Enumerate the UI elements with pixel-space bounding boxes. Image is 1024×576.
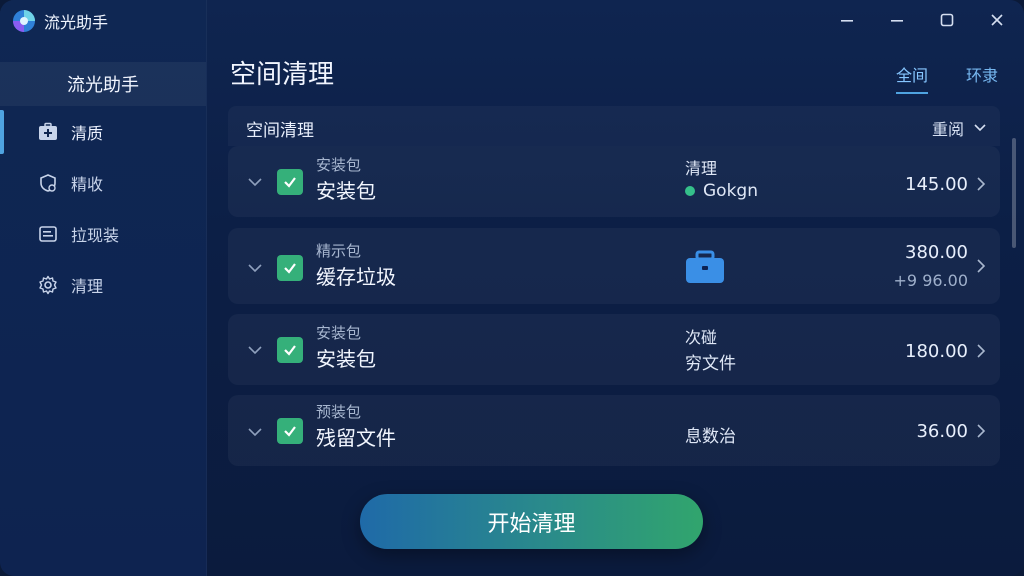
chevron-down-icon[interactable] [246, 423, 264, 441]
item-status: 穷文件 [685, 349, 736, 374]
sidebar-item-label: 清质 [71, 124, 104, 143]
app-header: 流光助手 [12, 8, 108, 34]
maximize-icon [940, 13, 954, 27]
item-status-label: 清理 [685, 159, 718, 178]
chevron-right-icon[interactable] [974, 422, 988, 440]
item-name: 缓存垃圾 [316, 265, 396, 289]
item-status-label: 次碰 [685, 328, 718, 347]
gear-icon [38, 275, 58, 295]
scrollbar[interactable] [1012, 138, 1016, 248]
item-category: 预装包 [316, 403, 362, 421]
briefcase-icon [686, 250, 724, 283]
app-title: 流光助手 [44, 13, 109, 32]
tab-huanli[interactable]: 环隶 [966, 62, 998, 94]
check-icon [284, 177, 296, 188]
item-checkbox[interactable] [277, 418, 303, 444]
sidebar-item-qingzhi[interactable]: 清质 [0, 110, 206, 154]
maximize-button[interactable] [934, 8, 960, 32]
sidebar-item-qingli[interactable]: 清理 [0, 263, 206, 307]
chevron-right-icon[interactable] [974, 257, 988, 275]
chevron-down-icon[interactable] [246, 259, 264, 277]
item-status: 息数治 [685, 422, 736, 447]
list-item[interactable]: 精示包 缓存垃圾 380.00 +9 96.00 [228, 228, 1000, 304]
sidebar-item-label: 拉现装 [71, 226, 120, 245]
item-name: 安装包 [316, 347, 376, 371]
item-size-delta: +9 96.00 [893, 271, 968, 290]
sort-label: 重阅 [931, 120, 964, 139]
item-size: 180.00 [905, 341, 968, 362]
item-category: 安装包 [316, 324, 362, 342]
window-controls [810, 8, 1010, 32]
chevron-down-icon[interactable] [246, 341, 264, 359]
item-size: 36.00 [916, 421, 968, 442]
item-size: 380.00 [905, 242, 968, 263]
start-cleanup-button[interactable]: 开始清理 [360, 494, 703, 549]
restore-button[interactable] [884, 8, 910, 32]
page-title: 空间清理 [230, 60, 335, 90]
tab-bar: 全间 环隶 [858, 62, 998, 94]
item-checkbox[interactable] [277, 255, 303, 281]
item-size: 145.00 [905, 174, 968, 195]
item-category: 安装包 [316, 156, 362, 174]
check-icon [284, 345, 296, 356]
sidebar-header: 流光助手 [0, 62, 206, 106]
item-name: 残留文件 [316, 426, 396, 450]
panel-header: 空间清理 重阅 [228, 106, 1000, 146]
item-checkbox[interactable] [277, 337, 303, 363]
chevron-down-icon[interactable] [246, 173, 264, 191]
panel-title: 空间清理 [246, 121, 314, 141]
item-checkbox[interactable] [277, 169, 303, 195]
item-name: 安装包 [316, 179, 376, 203]
minimize-icon [841, 20, 853, 22]
tab-quanjian[interactable]: 全间 [895, 62, 928, 94]
sidebar-item-laxianzhuang[interactable]: 拉现装 [0, 212, 206, 256]
sidebar-item-label: 清理 [71, 277, 104, 296]
dash-icon [891, 20, 903, 22]
item-category: 精示包 [316, 242, 362, 260]
chevron-down-icon [974, 124, 986, 132]
chevron-right-icon[interactable] [974, 342, 988, 360]
list-icon [38, 224, 58, 244]
list-item[interactable]: 预装包 残留文件 息数治 36.00 [228, 395, 1000, 466]
sidebar-nav: 清质 精收 拉现装 清理 [0, 110, 206, 314]
medkit-icon [38, 122, 58, 142]
app-window: 流光助手 流光助手 清质 精收 拉现装 清理 空间清理 全间 环隶 空间清理 重… [0, 0, 1024, 576]
list-item[interactable]: 安装包 安装包 次碰 穷文件 180.00 [228, 314, 1000, 385]
sidebar-item-jingshou[interactable]: 精收 [0, 161, 206, 205]
close-icon [991, 14, 1003, 26]
sidebar-item-label: 精收 [71, 175, 104, 194]
sort-dropdown[interactable]: 重阅 [932, 116, 986, 140]
item-status-text: 息数治 [685, 427, 736, 447]
status-dot-icon [685, 186, 695, 196]
cleanup-panel: 空间清理 重阅 安装包 安装包 清理 Gokgn 145.00 精示包 缓存垃圾… [228, 106, 1000, 468]
check-icon [284, 426, 296, 437]
shield-icon [38, 173, 58, 193]
item-status-text: 穷文件 [685, 354, 736, 374]
app-logo-icon [13, 10, 35, 32]
close-button[interactable] [984, 8, 1010, 32]
check-icon [284, 263, 296, 274]
sidebar: 流光助手 流光助手 清质 精收 拉现装 清理 [0, 0, 207, 576]
item-status-text: Gokgn [703, 181, 758, 201]
chevron-right-icon[interactable] [974, 175, 988, 193]
item-status: Gokgn [685, 181, 758, 201]
list-item[interactable]: 安装包 安装包 清理 Gokgn 145.00 [228, 146, 1000, 217]
minimize-button[interactable] [834, 8, 860, 32]
